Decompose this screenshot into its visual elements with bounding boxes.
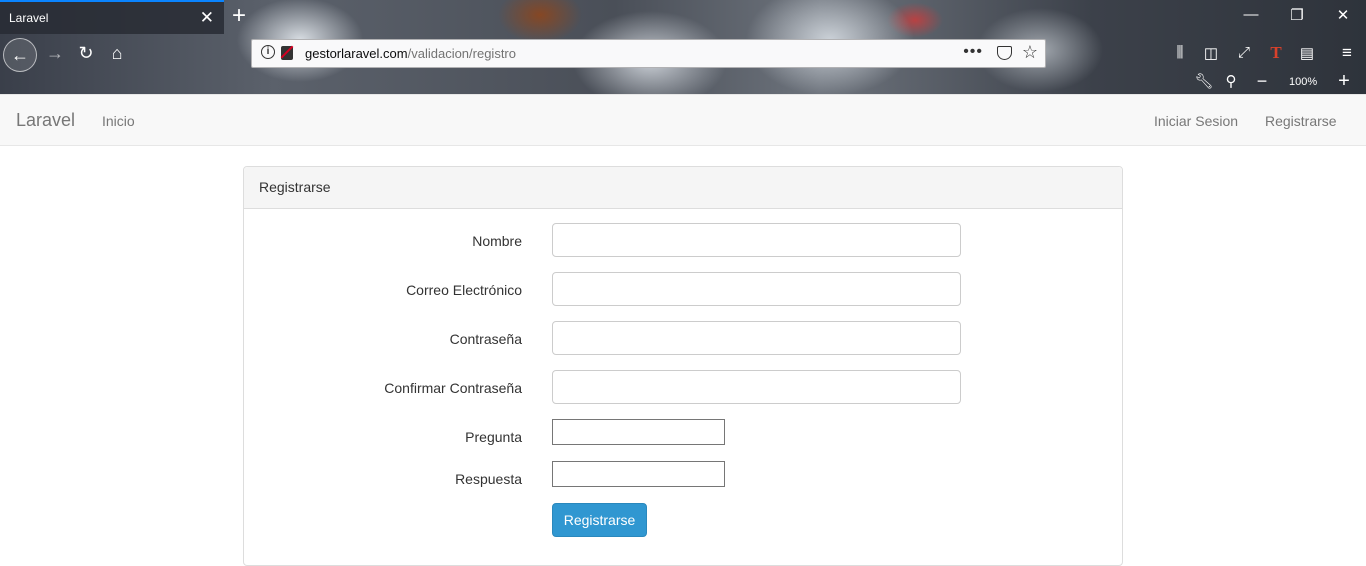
password-input[interactable]: [552, 321, 961, 355]
library-icon[interactable]: ⫼: [1169, 44, 1191, 61]
insecure-lock-icon[interactable]: [281, 46, 293, 60]
url-bar[interactable]: i gestorlaravel.com/validacion/registro …: [251, 39, 1046, 68]
zoom-out-icon[interactable]: −: [1251, 71, 1273, 92]
browser-chrome: Laravel ✕ + — ❐ ✕ ← → ↻ ⌂ i gestorlarave…: [0, 0, 1366, 94]
star-icon[interactable]: ☆: [1022, 42, 1038, 63]
nav-login-link[interactable]: Iniciar Sesion: [1154, 113, 1238, 129]
forward-icon[interactable]: →: [43, 38, 67, 68]
register-submit-button[interactable]: Registrarse: [552, 503, 647, 537]
restore-icon[interactable]: ❐: [1282, 6, 1312, 24]
tab-close-icon[interactable]: ✕: [200, 8, 214, 28]
window-close-icon[interactable]: ✕: [1328, 6, 1358, 24]
home-icon[interactable]: ⌂: [105, 38, 129, 68]
register-panel: Registrarse Nombre Correo Electrónico Co…: [243, 166, 1123, 566]
new-tab-button[interactable]: +: [232, 3, 246, 29]
question-input[interactable]: [552, 419, 725, 445]
nav-register-link[interactable]: Registrarse: [1265, 113, 1337, 129]
nav-home-link[interactable]: Inicio: [102, 113, 135, 129]
minimize-icon[interactable]: —: [1236, 6, 1266, 23]
browser-tab[interactable]: Laravel ✕: [0, 0, 224, 34]
app-navbar: Laravel Inicio Iniciar Sesion Registrars…: [0, 94, 1366, 146]
reload-icon[interactable]: ↻: [74, 38, 98, 68]
wrench-icon[interactable]: 🔧︎: [1193, 72, 1215, 90]
password-label: Contraseña: [449, 331, 522, 347]
question-label: Pregunta: [465, 429, 522, 445]
email-input[interactable]: [552, 272, 961, 306]
back-icon[interactable]: ←: [3, 38, 37, 72]
reader-icon[interactable]: ▤: [1296, 44, 1318, 62]
fullscreen-icon[interactable]: ⤢: [1233, 44, 1255, 61]
url-path: /validacion/registro: [407, 46, 516, 61]
answer-input[interactable]: [552, 461, 725, 487]
panel-heading: Registrarse: [244, 167, 1122, 209]
name-label: Nombre: [472, 233, 522, 249]
sidebar-icon[interactable]: ◫: [1200, 44, 1222, 62]
confirm-password-label: Confirmar Contraseña: [384, 380, 522, 396]
url-text[interactable]: gestorlaravel.com/validacion/registro: [305, 46, 516, 61]
zoom-in-icon[interactable]: +: [1333, 70, 1355, 93]
email-label: Correo Electrónico: [406, 282, 522, 298]
extension-icon[interactable]: T: [1265, 43, 1287, 63]
pocket-icon[interactable]: [997, 46, 1012, 60]
url-host: gestorlaravel.com: [305, 46, 408, 61]
zoom-icon[interactable]: ⚲: [1220, 72, 1242, 90]
zoom-level[interactable]: 100%: [1289, 76, 1317, 88]
info-icon[interactable]: i: [261, 45, 275, 59]
name-input[interactable]: [552, 223, 961, 257]
confirm-password-input[interactable]: [552, 370, 961, 404]
answer-label: Respuesta: [455, 471, 522, 487]
tab-title: Laravel: [9, 11, 49, 25]
page-actions-icon[interactable]: •••: [963, 43, 983, 61]
brand-link[interactable]: Laravel: [16, 110, 75, 131]
menu-icon[interactable]: ≡: [1336, 43, 1358, 63]
